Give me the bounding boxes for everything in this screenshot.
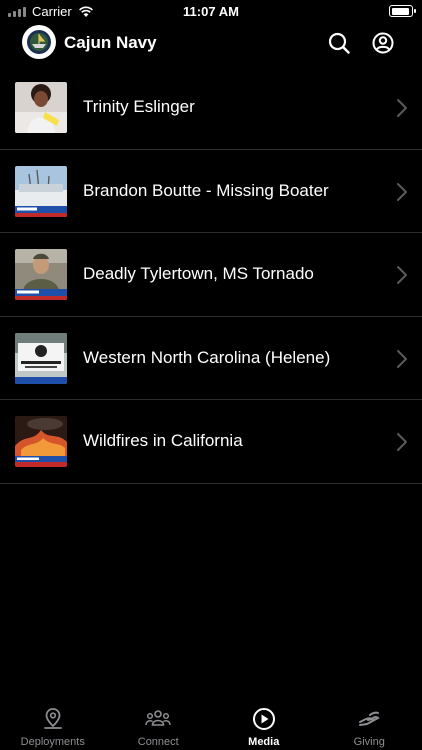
map-pin-icon: [40, 706, 66, 732]
media-row[interactable]: Deadly Tylertown, MS Tornado: [0, 233, 422, 317]
media-thumbnail: [15, 332, 67, 384]
profile-button[interactable]: [370, 30, 396, 56]
search-button[interactable]: [326, 30, 352, 56]
play-circle-icon: [251, 706, 277, 732]
battery-fill: [391, 7, 409, 15]
tab-bar: Deployments Connect Media Giving: [0, 700, 422, 750]
chevron-right-icon: [397, 266, 407, 284]
status-bar: Carrier 11:07 AM: [0, 0, 422, 22]
giving-hand-icon: [356, 706, 382, 732]
chevron-right-icon: [397, 349, 407, 368]
media-thumbnail: [15, 249, 67, 300]
tab-label: Connect: [137, 736, 179, 748]
tab-label: Giving: [353, 736, 385, 748]
media-thumbnail: [15, 165, 67, 217]
app-header: Cajun Navy: [0, 24, 422, 64]
tab-connect[interactable]: Connect: [106, 700, 212, 750]
chevron-right-icon: [397, 433, 407, 451]
battery-icon: [389, 5, 416, 17]
tab-media[interactable]: Media: [211, 700, 317, 750]
media-title: Trinity Eslinger: [83, 97, 195, 116]
tab-label: Media: [248, 736, 280, 748]
media-thumbnail: [15, 82, 67, 133]
media-list: Trinity Eslinger Brandon Boutte - Missin…: [0, 66, 422, 484]
chevron-right-icon: [397, 182, 407, 201]
tab-deployments[interactable]: Deployments: [0, 700, 106, 750]
media-title: Brandon Boutte - Missing Boater: [83, 180, 329, 200]
media-row[interactable]: Wildfires in California: [0, 400, 422, 484]
media-title: Western North Carolina (Helene): [83, 347, 331, 367]
app-title: Cajun Navy: [64, 33, 157, 52]
media-row[interactable]: Brandon Boutte - Missing Boater: [0, 150, 422, 233]
media-row[interactable]: Western North Carolina (Helene): [0, 317, 422, 400]
chevron-right-icon: [397, 99, 407, 117]
group-icon: [145, 706, 171, 732]
search-icon: [328, 32, 350, 54]
cajun-navy-logo-icon[interactable]: [22, 25, 56, 59]
media-row[interactable]: Trinity Eslinger: [0, 66, 422, 150]
user-circle-icon: [372, 32, 394, 54]
media-title: Deadly Tylertown, MS Tornado: [83, 264, 314, 283]
media-thumbnail: [15, 416, 67, 467]
media-title: Wildfires in California: [83, 431, 243, 450]
tab-giving[interactable]: Giving: [317, 700, 422, 750]
clock: 11:07 AM: [183, 4, 239, 19]
tab-label: Deployments: [20, 736, 85, 748]
